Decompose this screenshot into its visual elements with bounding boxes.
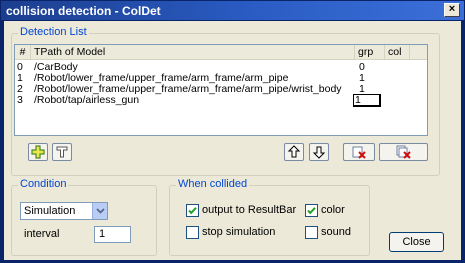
mode-select[interactable]: Simulation: [20, 202, 108, 220]
stop-simulation-checkbox[interactable]: [186, 226, 199, 239]
remove-button[interactable]: [343, 143, 375, 161]
arrow-down-icon: [312, 146, 326, 159]
chevron-down-icon[interactable]: [92, 203, 107, 219]
output-label[interactable]: output to ResultBar: [202, 204, 296, 216]
condition-title: Condition: [18, 178, 69, 190]
column-header-number[interactable]: #: [15, 45, 31, 60]
checkmark-icon: [307, 207, 316, 215]
close-button[interactable]: Close: [389, 232, 444, 252]
interval-label: interval: [24, 228, 60, 240]
move-down-button[interactable]: [309, 143, 329, 161]
dialog-client: Detection List # TPath of Model grp col …: [4, 21, 461, 260]
stop-simulation-label[interactable]: stop simulation: [202, 226, 275, 238]
move-up-button[interactable]: [284, 143, 304, 161]
remove-all-button[interactable]: [379, 143, 428, 161]
tpath-icon: [56, 146, 68, 158]
sound-checkbox[interactable]: [305, 226, 318, 239]
column-header-path[interactable]: TPath of Model: [31, 45, 355, 60]
when-collided-group: When collided: [169, 178, 370, 256]
grp-edit-field[interactable]: 1: [353, 94, 381, 107]
condition-group: Condition: [11, 178, 157, 256]
title-bar[interactable]: collision detection - ColDet ×: [1, 1, 464, 20]
color-checkbox[interactable]: [305, 204, 318, 217]
sound-label[interactable]: sound: [321, 226, 351, 238]
remove-icon: [352, 146, 366, 159]
row-number: 3: [17, 94, 23, 106]
dialog-window: collision detection - ColDet × Detection…: [0, 0, 465, 263]
list-header: # TPath of Model grp col: [15, 45, 427, 60]
plus-icon: [31, 145, 45, 159]
table-row[interactable]: 3 /Robot/tap/airless_gun 1: [15, 94, 427, 107]
checkmark-icon: [188, 207, 197, 215]
interval-input[interactable]: 1: [94, 226, 131, 243]
when-collided-title: When collided: [176, 178, 250, 190]
detection-list-view[interactable]: # TPath of Model grp col 0 /CarBody 0 1 …: [14, 44, 428, 136]
arrow-up-icon: [287, 145, 301, 158]
tpath-button[interactable]: [52, 143, 72, 161]
mode-select-value: Simulation: [24, 205, 76, 217]
row-path: /Robot/tap/airless_gun: [34, 94, 140, 106]
detection-list-title: Detection List: [18, 26, 89, 38]
window-title: collision detection - ColDet: [6, 4, 161, 18]
remove-all-icon: [396, 145, 411, 159]
color-label[interactable]: color: [321, 204, 345, 216]
close-window-button[interactable]: ×: [444, 3, 460, 17]
output-checkbox[interactable]: [186, 204, 199, 217]
add-button[interactable]: [28, 143, 48, 161]
column-header-grp[interactable]: grp: [355, 45, 385, 60]
column-header-col[interactable]: col: [385, 45, 410, 60]
